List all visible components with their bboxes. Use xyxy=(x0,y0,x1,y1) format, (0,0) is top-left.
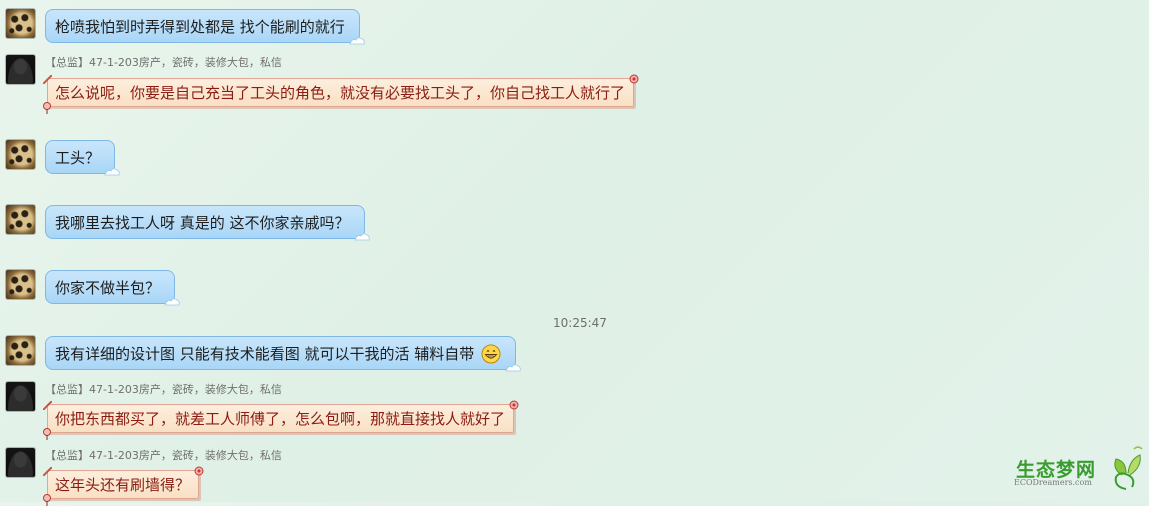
self-message-bubble: 工头？ xyxy=(45,140,120,176)
grin-emoji-icon xyxy=(481,344,501,363)
sender-meta: 【总监】47-1-203房产，瓷砖，装修大包，私信 xyxy=(45,449,282,462)
watermark-logo: 生态梦网 ECODreamers.com xyxy=(1012,445,1143,495)
sender-meta: 【总监】47-1-203房产，瓷砖，装修大包，私信 xyxy=(45,383,282,396)
bubble-flower-icon xyxy=(509,400,519,410)
message-text: 这年头还有刷墙得？ xyxy=(55,476,191,494)
self-message-bubble: 枪喷我怕到时弄得到处都是 找个能刷的就行 xyxy=(45,9,365,45)
user-avatar[interactable] xyxy=(6,140,35,169)
user-avatar[interactable] xyxy=(6,270,35,299)
self-message-bubble: 我哪里去找工人呀 真是的 这不你家亲戚吗？ xyxy=(45,205,370,241)
sender-meta: 【总监】47-1-203房产，瓷砖，装修大包，私信 xyxy=(45,56,282,69)
bubble-pin-icon xyxy=(43,428,51,440)
message-text: 我哪里去找工人呀 真是的 这不你家亲戚吗？ xyxy=(55,214,350,232)
contact-avatar[interactable] xyxy=(6,448,35,477)
user-avatar[interactable] xyxy=(6,336,35,365)
message-text: 你把东西都买了，就差工人师傅了，怎么包啊，那就直接找人就好了 xyxy=(55,410,506,428)
bubble-pin-icon xyxy=(43,494,51,506)
message-text: 枪喷我怕到时弄得到处都是 找个能刷的就行 xyxy=(55,18,345,36)
bubble-tail-icon xyxy=(353,233,370,241)
user-avatar[interactable] xyxy=(6,9,35,38)
self-message-bubble: 你家不做半包？ xyxy=(45,270,180,306)
user-avatar[interactable] xyxy=(6,205,35,234)
bubble-tail-icon xyxy=(505,364,521,372)
bubble-corner-icon xyxy=(43,467,52,476)
message-text: 我有详细的设计图 只能有技术能看图 就可以干我的活 辅料自带 xyxy=(55,345,475,363)
contact-avatar[interactable] xyxy=(6,382,35,411)
bubble-flower-icon xyxy=(629,74,639,84)
bubble-tail-icon xyxy=(104,168,120,176)
bubble-corner-icon xyxy=(43,75,52,84)
contact-avatar[interactable] xyxy=(6,55,35,84)
contact-message-bubble: 这年头还有刷墙得？ xyxy=(43,466,204,506)
message-text: 工头？ xyxy=(55,149,101,167)
message-text: 怎么说呢，你要是自己充当了工头的角色，就没有必要找工头了，你自己找工人就行了 xyxy=(55,84,626,102)
bubble-tail-icon xyxy=(349,37,365,45)
leaf-icon xyxy=(1114,446,1143,490)
bubble-flower-icon xyxy=(194,466,204,476)
bubble-tail-icon xyxy=(164,298,180,306)
bubble-corner-icon xyxy=(43,401,52,410)
contact-message-bubble: 怎么说呢，你要是自己充当了工头的角色，就没有必要找工头了，你自己找工人就行了 xyxy=(43,74,639,114)
message-text: 你家不做半包？ xyxy=(55,279,161,297)
contact-message-bubble: 你把东西都买了，就差工人师傅了，怎么包啊，那就直接找人就好了 xyxy=(43,400,519,440)
bubble-pin-icon xyxy=(43,102,51,114)
watermark-subtitle: ECODreamers.com xyxy=(1014,478,1092,487)
self-message-bubble: 我有详细的设计图 只能有技术能看图 就可以干我的活 辅料自带 xyxy=(45,336,521,372)
message-timestamp: 10:25:47 xyxy=(553,316,607,330)
